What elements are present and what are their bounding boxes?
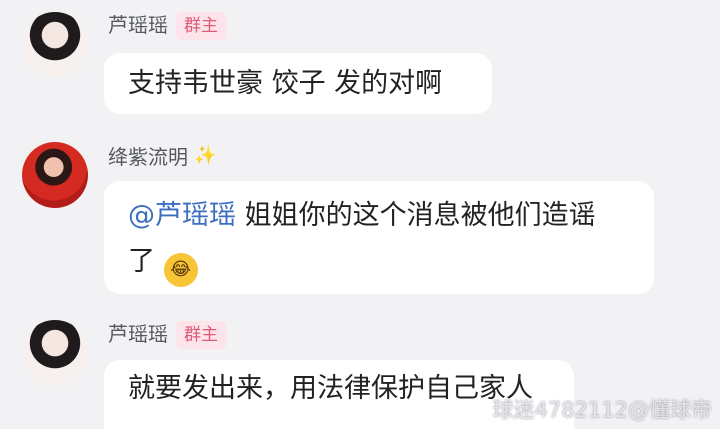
- sender-name: 芦瑶瑶: [108, 13, 168, 37]
- avatar[interactable]: [22, 142, 88, 208]
- avatar[interactable]: [22, 12, 88, 78]
- message-bubble[interactable]: @芦瑶瑶 姐姐你的这个消息被他们造谣 了 😂: [104, 181, 654, 294]
- message-line: @芦瑶瑶 姐姐你的这个消息被他们造谣: [128, 193, 634, 239]
- laughing-crying-emoji-icon: 😂: [163, 253, 198, 287]
- mention-link[interactable]: @芦瑶瑶: [128, 200, 236, 231]
- message-text: 就要发出来，用法律保护自己家人: [128, 373, 533, 404]
- message-text: 支持韦世豪 饺子 发的对啊: [128, 68, 443, 99]
- avatar[interactable]: [22, 320, 88, 386]
- watermark: 球迷4782112@懂球帝: [492, 398, 712, 422]
- group-owner-badge: 群主: [176, 321, 226, 349]
- message-text: 了: [128, 246, 155, 277]
- sender-name: 绛紫流明: [108, 145, 188, 169]
- message-bubble[interactable]: 支持韦世豪 饺子 发的对啊: [104, 53, 492, 114]
- message-text: 姐姐你的这个消息被他们造谣: [236, 200, 596, 231]
- message-line: 了 😂: [128, 239, 634, 287]
- group-owner-badge: 群主: [176, 12, 226, 40]
- sparkle-icon: ✨: [194, 145, 217, 166]
- sender-name: 芦瑶瑶: [108, 322, 168, 346]
